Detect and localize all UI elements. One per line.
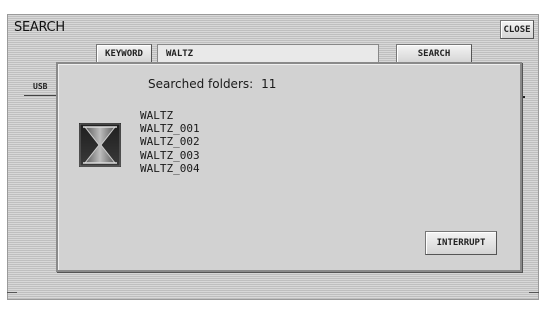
- frame-right: [539, 0, 546, 300]
- search-result-item: WALTZ_001: [140, 122, 200, 136]
- frame-bottom: [0, 300, 546, 325]
- bottom-rule-right: [529, 292, 539, 293]
- search-result-item: WALTZ_002: [140, 135, 200, 149]
- search-result-item: WALTZ: [140, 109, 174, 122]
- close-button[interactable]: CLOSE: [500, 20, 534, 39]
- bottom-rule-left: [7, 292, 17, 293]
- usb-divider: [24, 95, 58, 96]
- interrupt-button[interactable]: INTERRUPT: [425, 231, 497, 255]
- search-button[interactable]: SEARCH: [396, 44, 472, 64]
- search-result-item: WALTZ_003: [140, 148, 200, 162]
- searched-folders-status: Searched folders: 11: [148, 77, 276, 91]
- keyword-field[interactable]: WALTZ: [157, 44, 379, 64]
- search-result-item: WALTZ_004: [140, 161, 200, 175]
- frame-top: [0, 0, 546, 14]
- search-results-list: WALTZ WALTZ_001 WALTZ_002 WALTZ_003 WALT…: [140, 109, 200, 175]
- searched-folders-label: Searched folders:: [148, 77, 254, 91]
- page-title: SEARCH: [14, 20, 65, 35]
- hourglass-icon: [79, 123, 121, 167]
- usb-tab-label: USB: [33, 82, 48, 91]
- searched-folders-count: 11: [261, 77, 277, 91]
- frame-left: [0, 0, 7, 300]
- keyword-button[interactable]: KEYWORD: [96, 44, 152, 64]
